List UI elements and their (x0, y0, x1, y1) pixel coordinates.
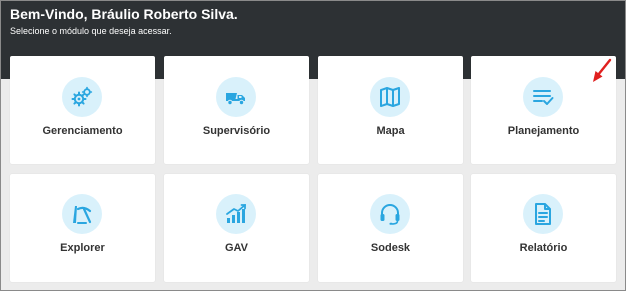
icon-badge (62, 77, 102, 117)
module-label: Explorer (60, 242, 105, 254)
gears-icon (71, 86, 93, 107)
welcome-subtitle: Selecione o módulo que deseja acessar. (10, 26, 172, 36)
module-label: Gerenciamento (42, 125, 123, 137)
welcome-title: Bem-Vindo, Bráulio Roberto Silva. (10, 6, 238, 22)
module-label: Sodesk (370, 242, 411, 254)
icon-badge (216, 194, 256, 234)
module-card-gerenciamento[interactable]: Gerenciamento (10, 56, 155, 164)
bar-chart-icon (226, 204, 246, 223)
icon-badge (523, 194, 563, 234)
module-label: Relatório (519, 242, 568, 254)
icon-badge (370, 194, 410, 234)
pickaxe-icon (73, 206, 92, 224)
icon-badge (370, 77, 410, 117)
icon-badge (523, 77, 563, 117)
module-label: GAV (224, 242, 249, 254)
module-label: Mapa (376, 125, 405, 137)
module-card-mapa[interactable]: Mapa (318, 56, 463, 164)
icon-badge (62, 194, 102, 234)
module-label: Supervisório (202, 125, 271, 137)
annotation-arrow-icon (593, 58, 612, 82)
module-card-gav[interactable]: GAV (164, 174, 309, 282)
document-icon (535, 203, 551, 225)
module-card-sodesk[interactable]: Sodesk (318, 174, 463, 282)
checklist-icon (533, 90, 554, 105)
headset-icon (380, 204, 400, 225)
module-card-relatorio[interactable]: Relatório (471, 174, 616, 282)
map-icon (380, 87, 400, 107)
icon-badge (216, 77, 256, 117)
module-label: Planejamento (507, 125, 580, 137)
dump-truck-icon (226, 93, 245, 106)
app-window: Bem-Vindo, Bráulio Roberto Silva. Seleci… (0, 0, 626, 291)
module-card-supervisorio[interactable]: Supervisório (164, 56, 309, 164)
module-card-explorer[interactable]: Explorer (10, 174, 155, 282)
